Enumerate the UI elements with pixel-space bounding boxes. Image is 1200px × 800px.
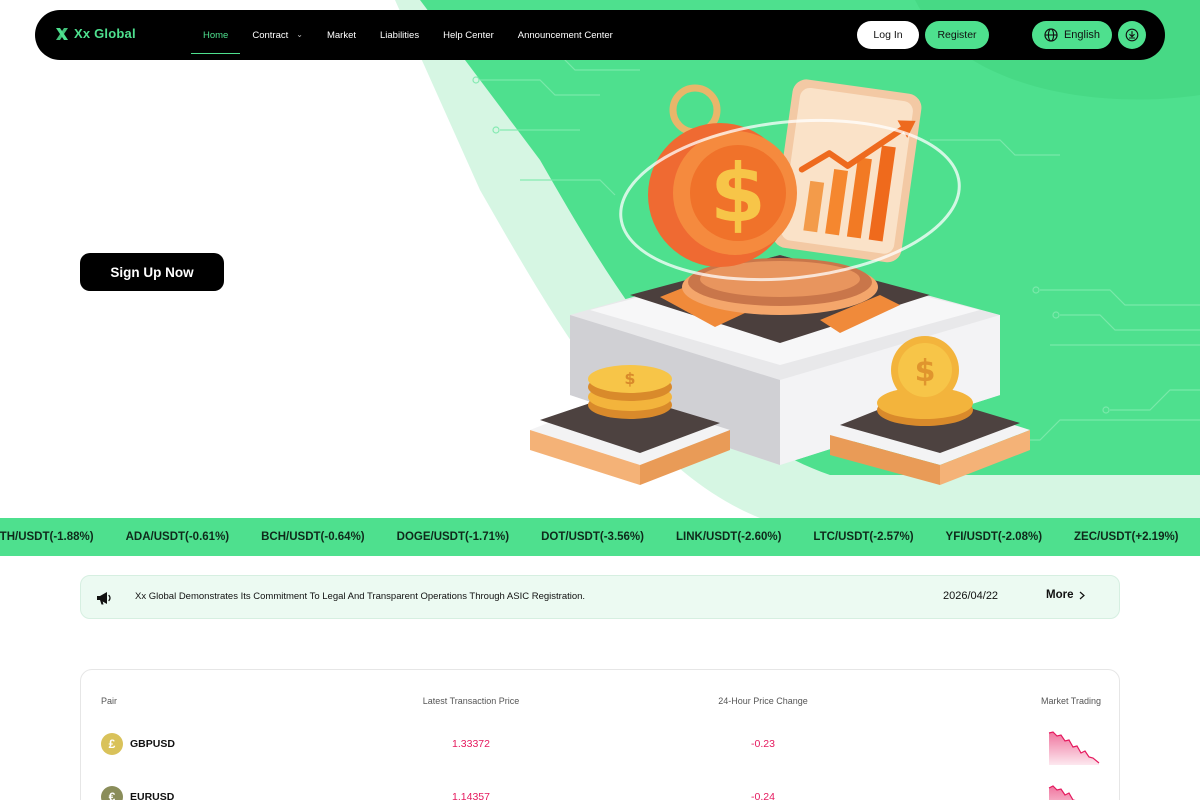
euro-coin-icon: € xyxy=(101,786,123,800)
chevron-down-icon: ⌄ xyxy=(296,29,303,39)
download-app-button[interactable] xyxy=(1118,21,1146,49)
ticker-item[interactable]: BCH/USDT(-0.64%) xyxy=(261,531,365,543)
nav-item-label: Help Center xyxy=(443,29,494,41)
announcement-bar[interactable]: Xx Global Demonstrates Its Commitment To… xyxy=(80,575,1120,619)
top-navbar: Xx Global Home Contract ⌄ Market Liabilit… xyxy=(35,10,1165,60)
svg-text:$: $ xyxy=(915,354,936,389)
ticker-item[interactable]: LINK/USDT(-2.60%) xyxy=(676,531,781,543)
logo[interactable]: Xx Global xyxy=(55,26,136,41)
nav-item-contract[interactable]: Contract ⌄ xyxy=(240,10,315,60)
ticker-item[interactable]: DOGE/USDT(-1.71%) xyxy=(397,531,509,543)
nav-item-label: Home xyxy=(203,29,229,41)
latest-price: 1.14357 xyxy=(452,791,490,800)
price-change: -0.23 xyxy=(751,738,775,750)
ticker-track: ETH/USDT(-1.88%) ADA/USDT(-0.61%) BCH/USDT… xyxy=(0,518,1200,556)
language-selector[interactable]: English xyxy=(1032,21,1112,49)
ticker-item[interactable]: ZEC/USDT(+2.19%) xyxy=(1074,531,1178,543)
nav-item-label: Market xyxy=(326,29,356,41)
megaphone-icon xyxy=(97,592,111,605)
nav-item-home[interactable]: Home xyxy=(191,10,241,60)
pound-coin-icon: £ xyxy=(101,733,123,755)
main-menu: Home Contract ⌄ Market Liabilities Help C… xyxy=(191,10,625,60)
latest-price: 1.33372 xyxy=(452,738,490,750)
nav-item-label: Announcement Center xyxy=(517,29,613,41)
price-ticker: ETH/USDT(-1.88%) ADA/USDT(-0.61%) BCH/USDT… xyxy=(0,518,1200,556)
ticker-item[interactable]: DOT/USDT(-3.56%) xyxy=(541,531,644,543)
logo-icon xyxy=(56,27,68,40)
login-button[interactable]: Log In xyxy=(857,21,919,49)
svg-text:$: $ xyxy=(710,147,766,240)
column-header-change: 24-Hour Price Change xyxy=(718,696,808,706)
column-header-price: Latest Transaction Price xyxy=(422,696,520,706)
announcement-date: 2026/04/22 xyxy=(943,590,999,602)
register-button[interactable]: Register xyxy=(925,21,989,49)
money-pedestal-illustration: $ $ $ xyxy=(530,79,1030,485)
chevron-right-icon xyxy=(1080,591,1086,599)
download-icon xyxy=(1125,28,1139,42)
nav-item-label: Contract xyxy=(252,29,289,41)
more-label: More xyxy=(1046,589,1074,601)
sign-up-now-button[interactable]: Sign Up Now xyxy=(80,253,224,291)
globe-icon xyxy=(1044,28,1058,42)
price-change: -0.24 xyxy=(751,791,775,800)
table-row[interactable]: € EURUSD 1.14357 -0.24 xyxy=(81,782,1121,800)
nav-item-market[interactable]: Market xyxy=(315,10,368,60)
market-table: Pair Latest Transaction Price 24-Hour Pr… xyxy=(80,669,1120,800)
svg-text:$: $ xyxy=(624,369,635,388)
ticker-item[interactable]: ETH/USDT(-1.88%) xyxy=(0,531,94,543)
ticker-item[interactable]: YFI/USDT(-2.08%) xyxy=(946,531,1043,543)
column-header-trading: Market Trading xyxy=(1040,696,1101,706)
nav-item-announcement-center[interactable]: Announcement Center xyxy=(506,10,625,60)
table-row[interactable]: £ GBPUSD 1.33372 -0.23 xyxy=(81,729,1121,769)
announcement-text: Xx Global Demonstrates Its Commitment To… xyxy=(135,591,586,602)
nav-item-liabilities[interactable]: Liabilities xyxy=(368,10,431,60)
ticker-item[interactable]: ADA/USDT(-0.61%) xyxy=(126,531,230,543)
nav-item-help-center[interactable]: Help Center xyxy=(431,10,506,60)
sparkline-chart xyxy=(1048,731,1100,765)
sparkline-chart xyxy=(1048,785,1076,800)
nav-item-label: Liabilities xyxy=(380,29,420,41)
pair-name: EURUSD xyxy=(130,791,175,800)
column-header-pair: Pair xyxy=(101,696,118,706)
pair-name: GBPUSD xyxy=(130,738,175,750)
language-label: English xyxy=(1063,29,1101,41)
more-link[interactable]: More xyxy=(1046,589,1086,601)
ticker-item[interactable]: LTC/USDT(-2.57%) xyxy=(813,531,913,543)
logo-text: Xx Global xyxy=(74,26,136,41)
